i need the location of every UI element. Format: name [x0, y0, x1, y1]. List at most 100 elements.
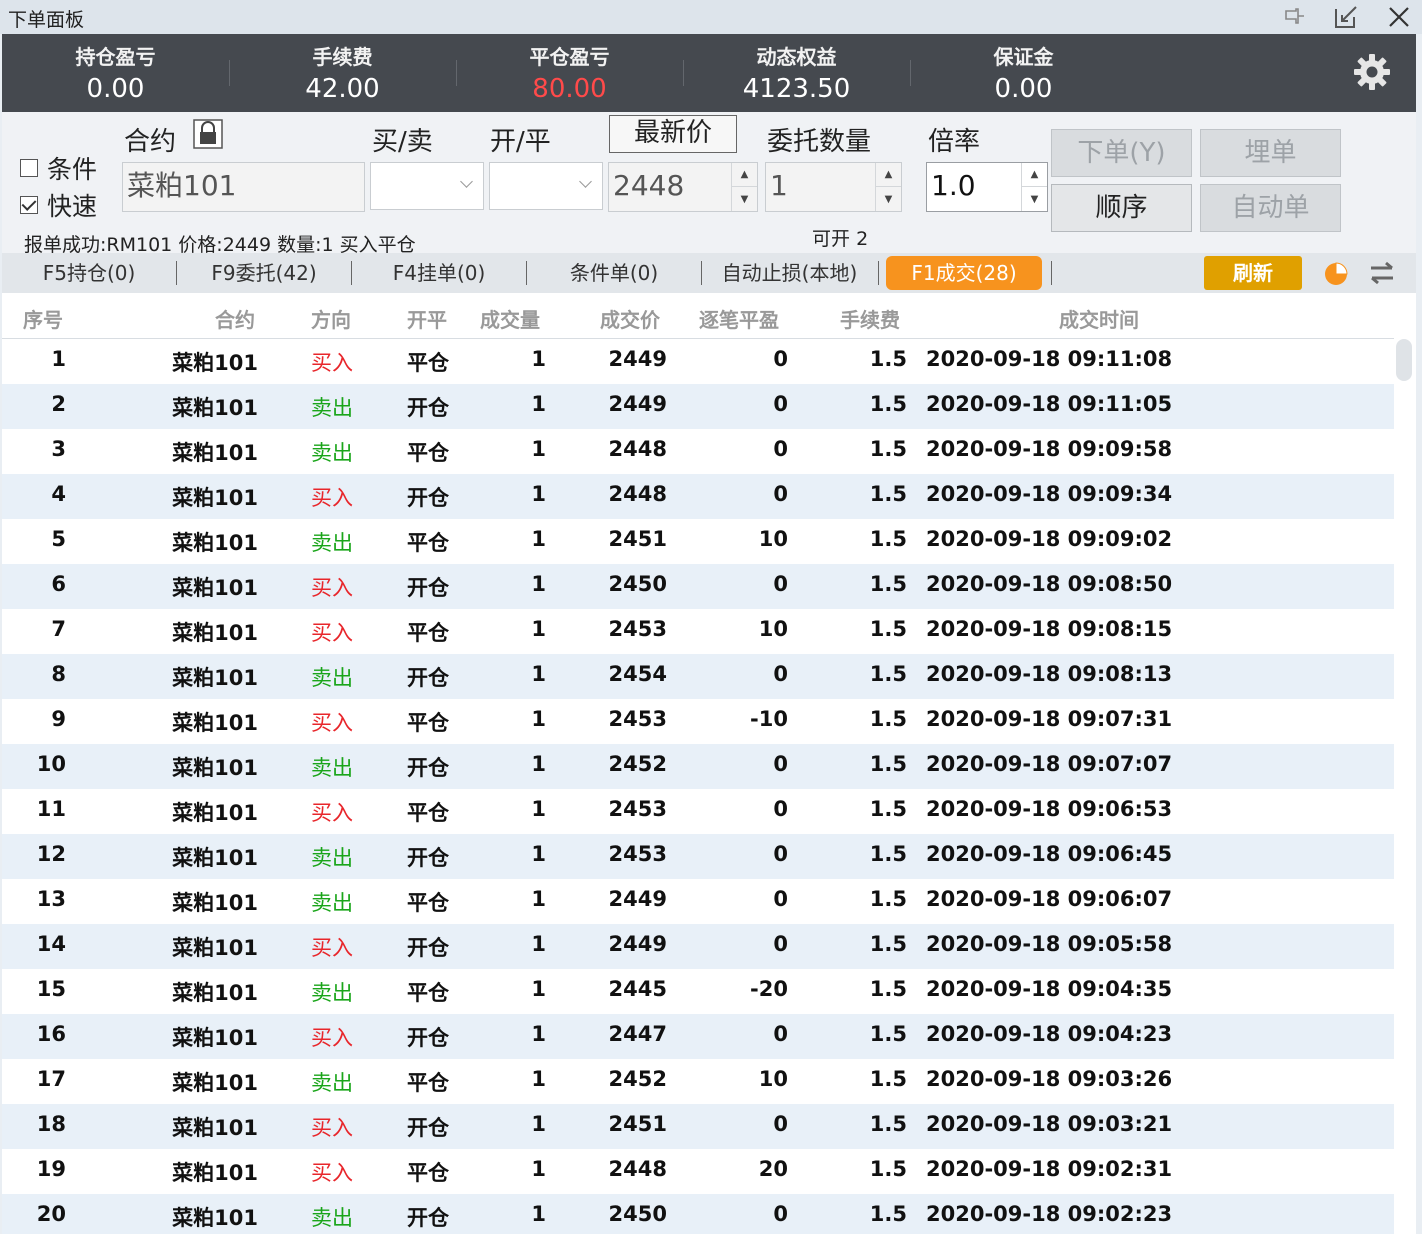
- fast-checkbox-box[interactable]: [20, 196, 38, 214]
- cell-price: 2448: [608, 482, 667, 506]
- cell-open-close: 平仓: [407, 1071, 449, 1095]
- tab-pending[interactable]: F4挂单(0): [352, 253, 526, 293]
- col-header-volume[interactable]: 成交量: [480, 304, 540, 333]
- table-row[interactable]: 8 菜粕101 卖出 开仓 1 2454 0 1.5 2020-09-18 09:08:13: [2, 654, 1394, 699]
- cell-index: 15: [36, 977, 66, 1001]
- edit-button[interactable]: [1332, 3, 1360, 31]
- cell-fee: 1.5: [869, 1157, 907, 1181]
- table-row[interactable]: 1 菜粕101 买入 平仓 1 2449 0 1.5 2020-09-18 09:11:08: [2, 339, 1394, 384]
- tab-trades[interactable]: F1成交(28): [886, 256, 1042, 290]
- cell-contract: 菜粕101: [172, 396, 258, 420]
- col-header-direction[interactable]: 方向: [311, 304, 351, 333]
- col-header-pnl[interactable]: 逐笔平盈: [699, 304, 779, 333]
- cell-open-close: 平仓: [407, 351, 449, 375]
- pin-button[interactable]: [1280, 3, 1308, 31]
- close-button[interactable]: [1385, 3, 1413, 31]
- cell-volume: 1: [531, 1022, 546, 1046]
- cell-time: 2020-09-18 09:08:13: [926, 662, 1173, 686]
- refresh-button[interactable]: 刷新: [1204, 256, 1302, 290]
- table-row[interactable]: 14 菜粕101 买入 开仓 1 2449 0 1.5 2020-09-18 09:05:58: [2, 924, 1394, 969]
- cell-fee: 1.5: [869, 1112, 907, 1136]
- col-header-open-close[interactable]: 开平: [407, 304, 447, 333]
- cell-volume: 1: [531, 707, 546, 731]
- col-header-index[interactable]: 序号: [23, 304, 63, 333]
- cell-index: 1: [51, 347, 66, 371]
- table-row[interactable]: 4 菜粕101 买入 开仓 1 2448 0 1.5 2020-09-18 09:09:34: [2, 474, 1394, 519]
- table-row[interactable]: 9 菜粕101 买入 平仓 1 2453 -10 1.5 2020-09-18 09:07:31: [2, 699, 1394, 744]
- table-row[interactable]: 19 菜粕101 买入 平仓 1 2448 20 1.5 2020-09-18 09:02:31: [2, 1149, 1394, 1194]
- col-header-price[interactable]: 成交价: [600, 304, 660, 333]
- cell-pnl: -10: [750, 707, 788, 731]
- cell-open-close: 开仓: [407, 1026, 449, 1050]
- pie-chart-icon[interactable]: [1322, 259, 1350, 287]
- fast-checkbox[interactable]: 快速: [20, 187, 97, 223]
- quantity-up-icon[interactable]: ▲: [876, 163, 901, 187]
- cell-price: 2449: [608, 347, 667, 371]
- table-row[interactable]: 12 菜粕101 卖出 开仓 1 2453 0 1.5 2020-09-18 09:06:45: [2, 834, 1394, 879]
- auto-order-button[interactable]: 自动单: [1200, 184, 1341, 232]
- tab-conditional[interactable]: 条件单(0): [527, 253, 701, 293]
- vertical-scrollbar[interactable]: [1394, 339, 1416, 1234]
- col-header-time[interactable]: 成交时间: [1059, 304, 1139, 333]
- tab-orders[interactable]: F9委托(42): [177, 253, 351, 293]
- multiplier-value: 1.0: [931, 169, 976, 202]
- cell-contract: 菜粕101: [172, 1071, 258, 1095]
- table-row[interactable]: 17 菜粕101 卖出 平仓 1 2452 10 1.5 2020-09-18 09:03:26: [2, 1059, 1394, 1104]
- table-row[interactable]: 10 菜粕101 卖出 开仓 1 2452 0 1.5 2020-09-18 09:07:07: [2, 744, 1394, 789]
- table-row[interactable]: 20 菜粕101 卖出 开仓 1 2450 0 1.5 2020-09-18 09:02:23: [2, 1194, 1394, 1234]
- order-panel-window: 下单面板 持仓盈亏 0.00 手续费 42.00 平仓盈亏 80.00 动态权益…: [0, 0, 1422, 1234]
- latest-price-button[interactable]: 最新价: [609, 115, 737, 153]
- table-row[interactable]: 18 菜粕101 买入 开仓 1 2451 0 1.5 2020-09-18 09:03:21: [2, 1104, 1394, 1149]
- multiplier-down-icon[interactable]: ▼: [1022, 187, 1047, 211]
- cell-price: 2449: [608, 932, 667, 956]
- cell-open-close: 平仓: [407, 981, 449, 1005]
- cell-index: 7: [51, 617, 66, 641]
- cell-direction: 卖出: [311, 666, 353, 690]
- price-stepper[interactable]: 2448 ▲ ▼: [608, 162, 758, 212]
- place-order-button[interactable]: 下单(Y): [1051, 129, 1192, 177]
- quantity-down-icon[interactable]: ▼: [876, 187, 901, 211]
- table-row[interactable]: 11 菜粕101 买入 平仓 1 2453 0 1.5 2020-09-18 09:06:53: [2, 789, 1394, 834]
- contract-input[interactable]: 菜粕101: [122, 162, 365, 212]
- cell-direction: 卖出: [311, 846, 353, 870]
- cell-index: 14: [36, 932, 66, 956]
- price-up-icon[interactable]: ▲: [732, 163, 757, 187]
- quantity-stepper[interactable]: 1 ▲ ▼: [765, 162, 902, 212]
- hidden-order-button[interactable]: 埋单: [1200, 129, 1341, 177]
- multiplier-up-icon[interactable]: ▲: [1022, 163, 1047, 187]
- open-close-select[interactable]: [489, 162, 603, 210]
- cell-direction: 买入: [311, 621, 353, 645]
- price-value: 2448: [613, 169, 685, 202]
- col-header-contract[interactable]: 合约: [215, 304, 255, 333]
- swap-icon[interactable]: [1368, 259, 1396, 287]
- table-body: 1 菜粕101 买入 平仓 1 2449 0 1.5 2020-09-18 09:11:08 2 菜…: [2, 339, 1394, 1234]
- scrollbar-thumb[interactable]: [1396, 339, 1412, 381]
- price-down-icon[interactable]: ▼: [732, 187, 757, 211]
- cell-price: 2452: [608, 752, 667, 776]
- cell-contract: 菜粕101: [172, 711, 258, 735]
- table-row[interactable]: 5 菜粕101 卖出 平仓 1 2451 10 1.5 2020-09-18 09:09:02: [2, 519, 1394, 564]
- cell-time: 2020-09-18 09:08:50: [926, 572, 1173, 596]
- lock-icon[interactable]: [192, 118, 224, 150]
- summary-margin: 保证金 0.00: [993, 45, 1054, 104]
- cell-contract: 菜粕101: [172, 666, 258, 690]
- gear-icon[interactable]: [1352, 52, 1392, 92]
- multiplier-stepper[interactable]: 1.0 ▲ ▼: [926, 162, 1048, 212]
- table-row[interactable]: 3 菜粕101 卖出 平仓 1 2448 0 1.5 2020-09-18 09:09:58: [2, 429, 1394, 474]
- table-row[interactable]: 13 菜粕101 卖出 平仓 1 2449 0 1.5 2020-09-18 09:06:07: [2, 879, 1394, 924]
- condition-checkbox-box[interactable]: [20, 159, 38, 177]
- table-row[interactable]: 7 菜粕101 买入 平仓 1 2453 10 1.5 2020-09-18 09:08:15: [2, 609, 1394, 654]
- col-header-fee[interactable]: 手续费: [840, 304, 900, 333]
- tab-auto-stoploss[interactable]: 自动止损(本地): [702, 253, 877, 293]
- condition-checkbox[interactable]: 条件: [20, 150, 97, 186]
- tab-positions[interactable]: F5持仓(0): [2, 253, 176, 293]
- cell-price: 2451: [608, 1112, 667, 1136]
- table-row[interactable]: 6 菜粕101 买入 开仓 1 2450 0 1.5 2020-09-18 09:08:50: [2, 564, 1394, 609]
- buy-sell-select[interactable]: [370, 162, 484, 210]
- cell-volume: 1: [531, 1157, 546, 1181]
- table-row[interactable]: 2 菜粕101 卖出 开仓 1 2449 0 1.5 2020-09-18 09:11:05: [2, 384, 1394, 429]
- sequence-button[interactable]: 顺序: [1051, 184, 1192, 232]
- table-row[interactable]: 15 菜粕101 卖出 平仓 1 2445 -20 1.5 2020-09-18 09:04:3…: [2, 969, 1394, 1014]
- cell-time: 2020-09-18 09:06:07: [926, 887, 1173, 911]
- table-row[interactable]: 16 菜粕101 买入 开仓 1 2447 0 1.5 2020-09-18 09:04:23: [2, 1014, 1394, 1059]
